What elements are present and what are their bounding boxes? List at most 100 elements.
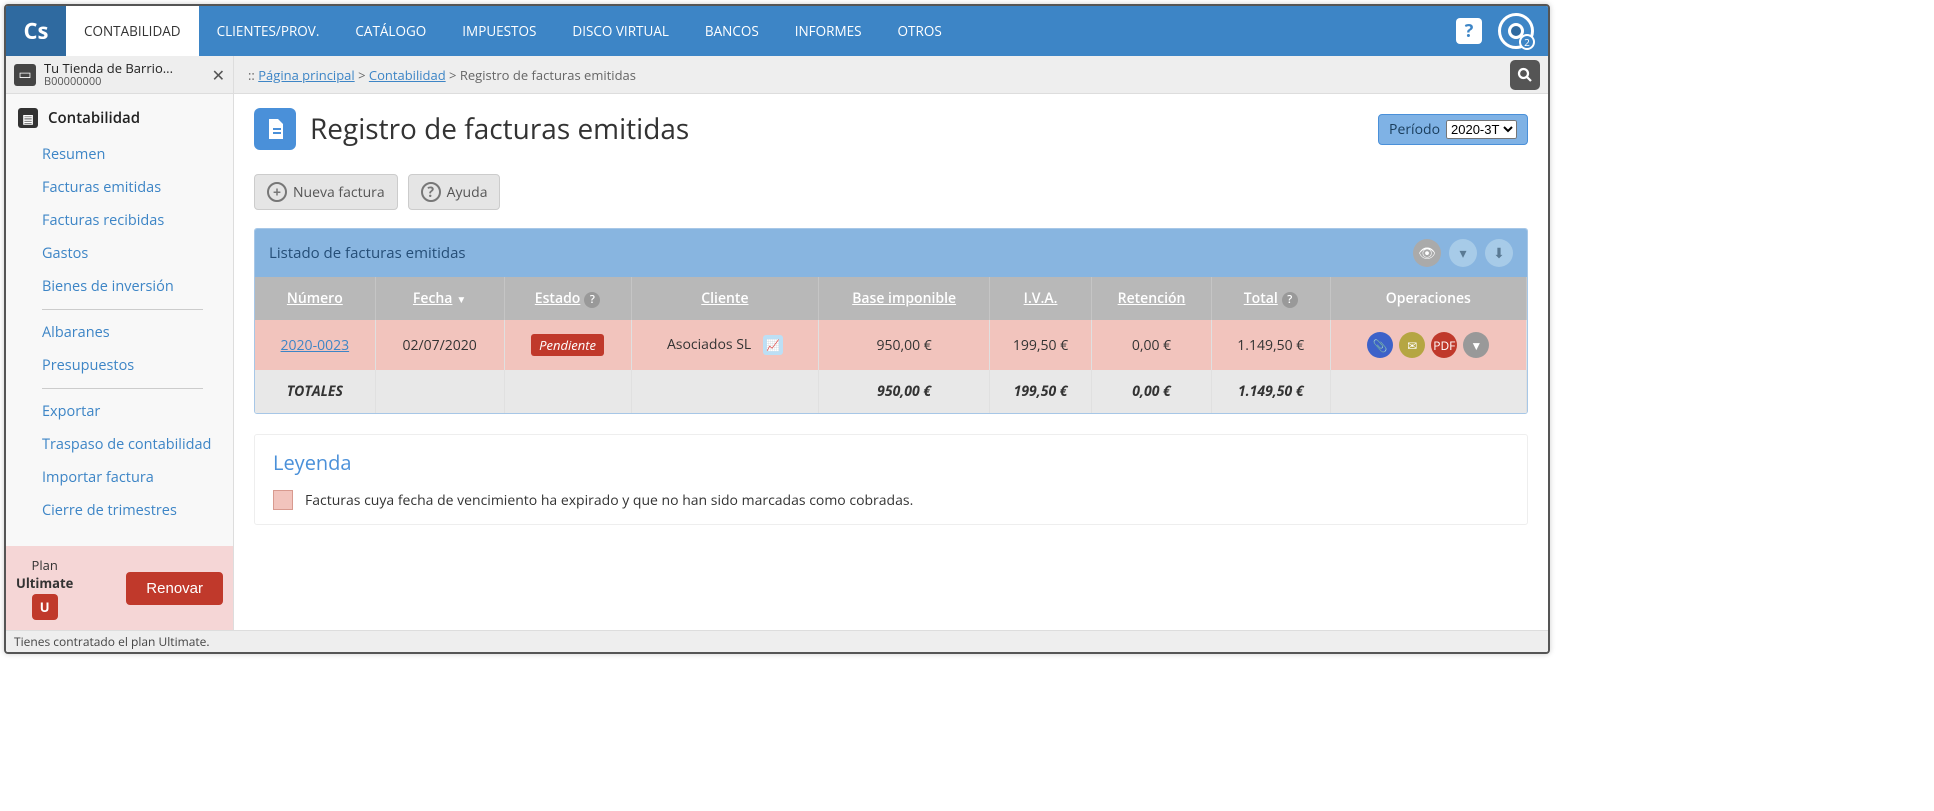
- page-title: Registro de facturas emitidas: [310, 110, 1378, 148]
- plan-name: Ultimate: [16, 574, 73, 592]
- legend-panel: Leyenda Facturas cuya fecha de vencimien…: [254, 434, 1528, 525]
- totals-base: 950,00 €: [819, 370, 990, 413]
- col-estado[interactable]: Estado?: [504, 277, 631, 320]
- top-nav: Cs CONTABILIDAD CLIENTES/PROV. CATÁLOGO …: [6, 6, 1548, 56]
- new-invoice-button[interactable]: + Nueva factura: [254, 174, 398, 210]
- nav-bancos[interactable]: BANCOS: [687, 6, 777, 56]
- switch-company-icon[interactable]: ✕: [212, 64, 225, 86]
- more-icon[interactable]: ▼: [1463, 332, 1489, 358]
- company-selector[interactable]: ▭ Tu Tienda de Barrio... B00000000 ✕: [6, 56, 234, 93]
- page-header: Registro de facturas emitidas Período 20…: [254, 108, 1528, 150]
- cell-base: 950,00 €: [819, 320, 990, 370]
- sidebar-item-cierre-trimestres[interactable]: Cierre de trimestres: [6, 494, 233, 527]
- help-icon[interactable]: ?: [1456, 18, 1482, 44]
- nav-contabilidad[interactable]: CONTABILIDAD: [66, 6, 199, 56]
- col-iva[interactable]: I.V.A.: [990, 277, 1092, 320]
- content: Registro de facturas emitidas Período 20…: [234, 94, 1548, 630]
- totals-row: TOTALES 950,00 € 199,50 € 0,00 € 1.149,5…: [255, 370, 1527, 413]
- sidebar-item-importar-factura[interactable]: Importar factura: [6, 461, 233, 494]
- pdf-icon[interactable]: PDF: [1431, 332, 1457, 358]
- nav-otros[interactable]: OTROS: [880, 6, 960, 56]
- company-code: B00000000: [44, 76, 212, 88]
- cell-total: 1.149,50 €: [1211, 320, 1330, 370]
- cell-iva: 199,50 €: [990, 320, 1092, 370]
- cell-retencion: 0,00 €: [1092, 320, 1212, 370]
- question-icon: ?: [421, 182, 441, 202]
- page-icon: [254, 108, 296, 150]
- plan-label: Plan: [16, 556, 73, 574]
- toolbar: + Nueva factura ? Ayuda: [254, 174, 1528, 210]
- context-bar: ▭ Tu Tienda de Barrio... B00000000 ✕ :: …: [6, 56, 1548, 94]
- filter-icon[interactable]: ▾: [1449, 239, 1477, 267]
- attach-icon[interactable]: 📎: [1367, 332, 1393, 358]
- download-icon[interactable]: ⬇: [1485, 239, 1513, 267]
- col-cliente[interactable]: Cliente: [631, 277, 819, 320]
- sidebar-item-albaranes[interactable]: Albaranes: [6, 316, 233, 349]
- client-stats-icon[interactable]: 📈: [763, 335, 783, 355]
- invoice-row: 2020-0023 02/07/2020 Pendiente Asociados…: [255, 320, 1527, 370]
- totals-iva: 199,50 €: [990, 370, 1092, 413]
- col-retencion[interactable]: Retención: [1092, 277, 1212, 320]
- nav-disco-virtual[interactable]: DISCO VIRTUAL: [554, 6, 687, 56]
- cell-cliente: Asociados SL 📈: [631, 320, 819, 370]
- sidebar-title: ▤ Contabilidad: [6, 94, 233, 138]
- invoice-number-link[interactable]: 2020-0023: [281, 336, 350, 355]
- search-icon: [1516, 66, 1534, 84]
- totals-label: TOTALES: [255, 370, 375, 413]
- period-label: Período: [1389, 120, 1440, 139]
- status-bar: Tienes contratado el plan Ultimate.: [6, 630, 1548, 652]
- col-fecha[interactable]: Fecha▼: [375, 277, 504, 320]
- help-button[interactable]: ? Ayuda: [408, 174, 501, 210]
- totals-retencion: 0,00 €: [1092, 370, 1212, 413]
- document-icon: ▤: [18, 108, 38, 128]
- nav-impuestos[interactable]: IMPUESTOS: [444, 6, 554, 56]
- period-selector[interactable]: Período 2020-3T: [1378, 114, 1528, 145]
- sidebar-item-presupuestos[interactable]: Presupuestos: [6, 349, 233, 382]
- sidebar: ▤ Contabilidad Resumen Facturas emitidas…: [6, 94, 234, 630]
- help-circle-icon[interactable]: ?: [584, 292, 600, 308]
- help-circle-icon[interactable]: ?: [1282, 292, 1298, 308]
- sidebar-item-resumen[interactable]: Resumen: [6, 138, 233, 171]
- legend-swatch-expired: [273, 490, 293, 510]
- sidebar-item-facturas-recibidas[interactable]: Facturas recibidas: [6, 204, 233, 237]
- status-badge: Pendiente: [531, 334, 604, 356]
- col-operaciones: Operaciones: [1330, 277, 1526, 320]
- panel-header: Listado de facturas emitidas 👁 ▾ ⬇: [255, 229, 1527, 277]
- send-icon[interactable]: ✉: [1399, 332, 1425, 358]
- toggle-visibility-icon[interactable]: 👁: [1413, 239, 1441, 267]
- breadcrumb-home[interactable]: Página principal: [258, 66, 354, 84]
- plan-box: Plan Ultimate U Renovar: [6, 546, 233, 630]
- nav-catalogo[interactable]: CATÁLOGO: [337, 6, 444, 56]
- user-avatar[interactable]: 2: [1498, 13, 1534, 49]
- breadcrumb: :: Página principal > Contabilidad > Reg…: [234, 66, 1510, 84]
- col-total[interactable]: Total?: [1211, 277, 1330, 320]
- sidebar-item-traspaso[interactable]: Traspaso de contabilidad: [6, 428, 233, 461]
- sort-desc-icon: ▼: [456, 292, 466, 306]
- legend-title: Leyenda: [273, 449, 1509, 476]
- nav-clientes[interactable]: CLIENTES/PROV.: [199, 6, 338, 56]
- totals-total: 1.149,50 €: [1211, 370, 1330, 413]
- invoice-table: Número Fecha▼ Estado? Cliente Base impon…: [255, 277, 1527, 413]
- breadcrumb-prefix: ::: [248, 66, 258, 84]
- legend-text: Facturas cuya fecha de vencimiento ha ex…: [305, 491, 913, 510]
- plan-badge: U: [32, 594, 58, 620]
- app-logo[interactable]: Cs: [6, 6, 66, 56]
- invoice-panel: Listado de facturas emitidas 👁 ▾ ⬇ Númer…: [254, 228, 1528, 414]
- sidebar-item-bienes-inversion[interactable]: Bienes de inversión: [6, 270, 233, 303]
- sidebar-item-facturas-emitidas[interactable]: Facturas emitidas: [6, 171, 233, 204]
- panel-title: Listado de facturas emitidas: [269, 243, 466, 263]
- breadcrumb-current: Registro de facturas emitidas: [460, 66, 636, 84]
- period-select[interactable]: 2020-3T: [1446, 120, 1517, 139]
- renew-button[interactable]: Renovar: [126, 572, 223, 605]
- col-base[interactable]: Base imponible: [819, 277, 990, 320]
- nav-informes[interactable]: INFORMES: [777, 6, 880, 56]
- search-button[interactable]: [1510, 60, 1540, 90]
- breadcrumb-section[interactable]: Contabilidad: [369, 66, 446, 84]
- plus-icon: +: [267, 182, 287, 202]
- notification-count: 2: [1519, 34, 1535, 50]
- cell-fecha: 02/07/2020: [375, 320, 504, 370]
- company-icon: ▭: [14, 64, 36, 86]
- sidebar-item-exportar[interactable]: Exportar: [6, 395, 233, 428]
- sidebar-item-gastos[interactable]: Gastos: [6, 237, 233, 270]
- col-numero[interactable]: Número: [255, 277, 375, 320]
